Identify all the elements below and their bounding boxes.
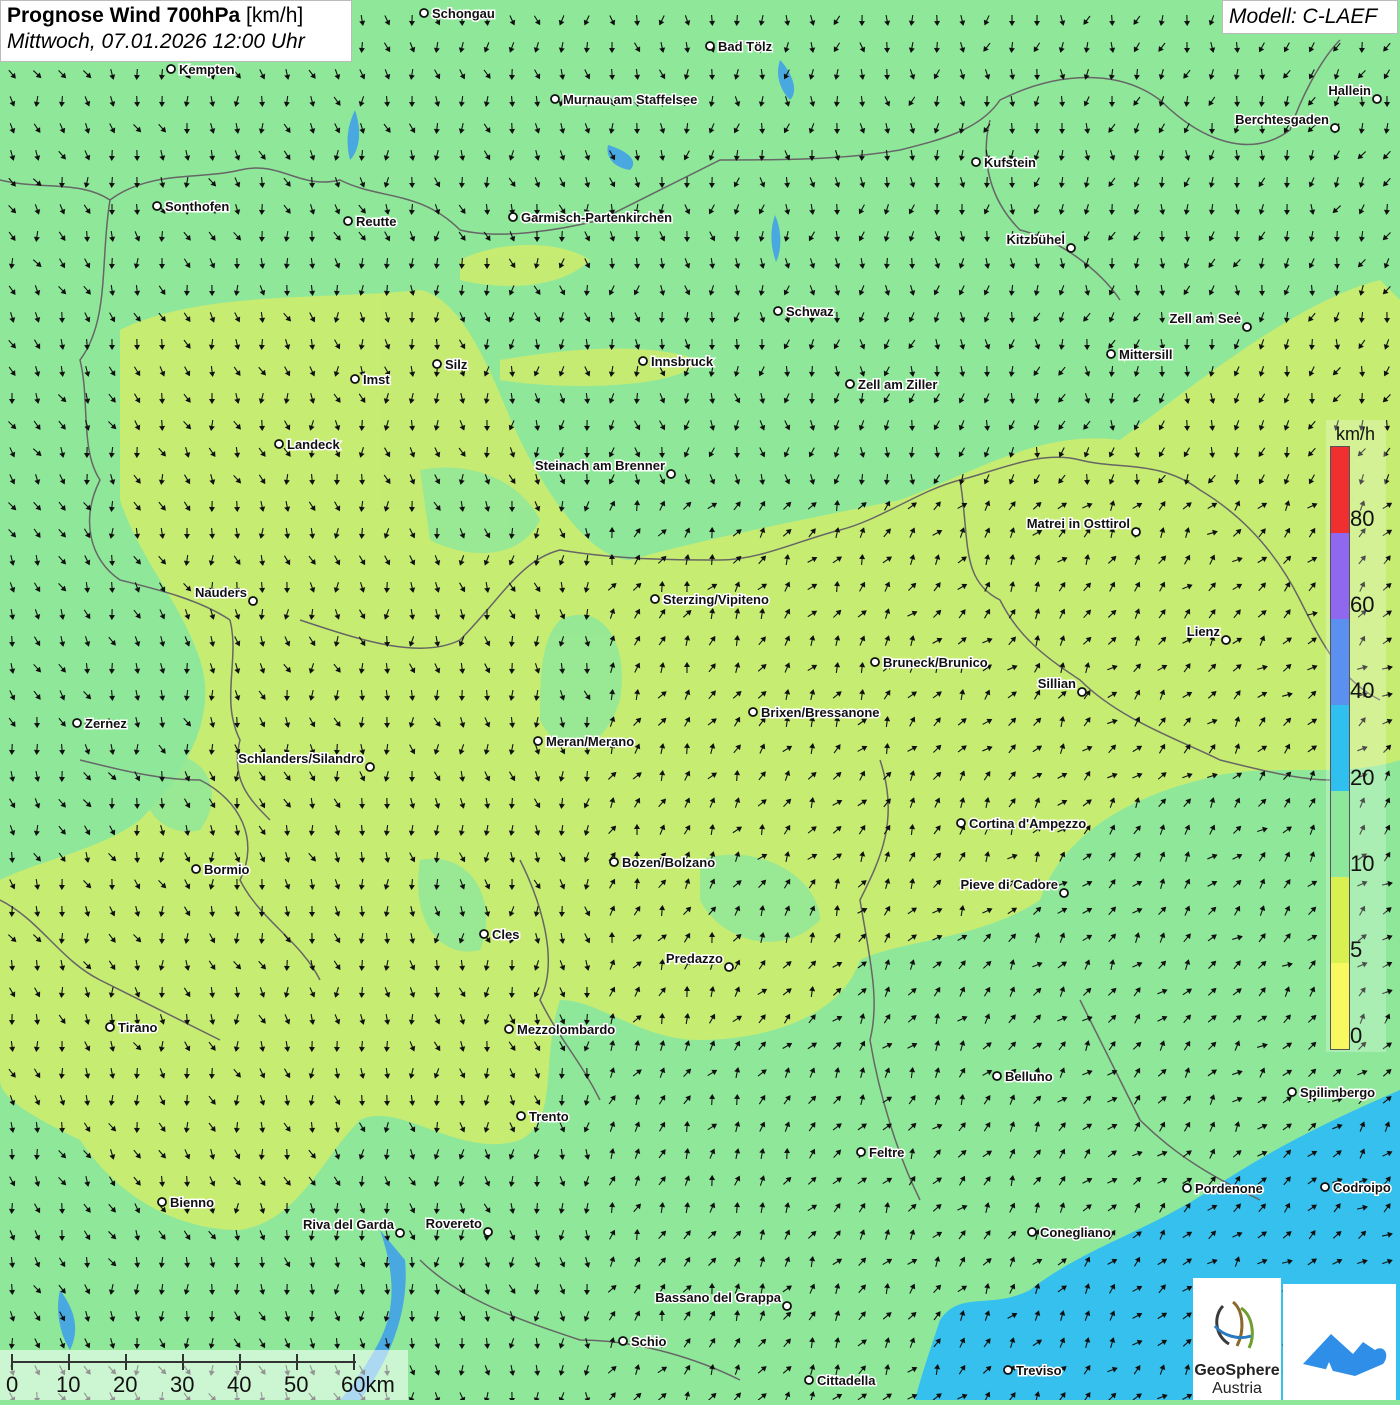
wind-map: SchongauBad TölzKemptenMurnau am Staffel… (0, 0, 1400, 1400)
